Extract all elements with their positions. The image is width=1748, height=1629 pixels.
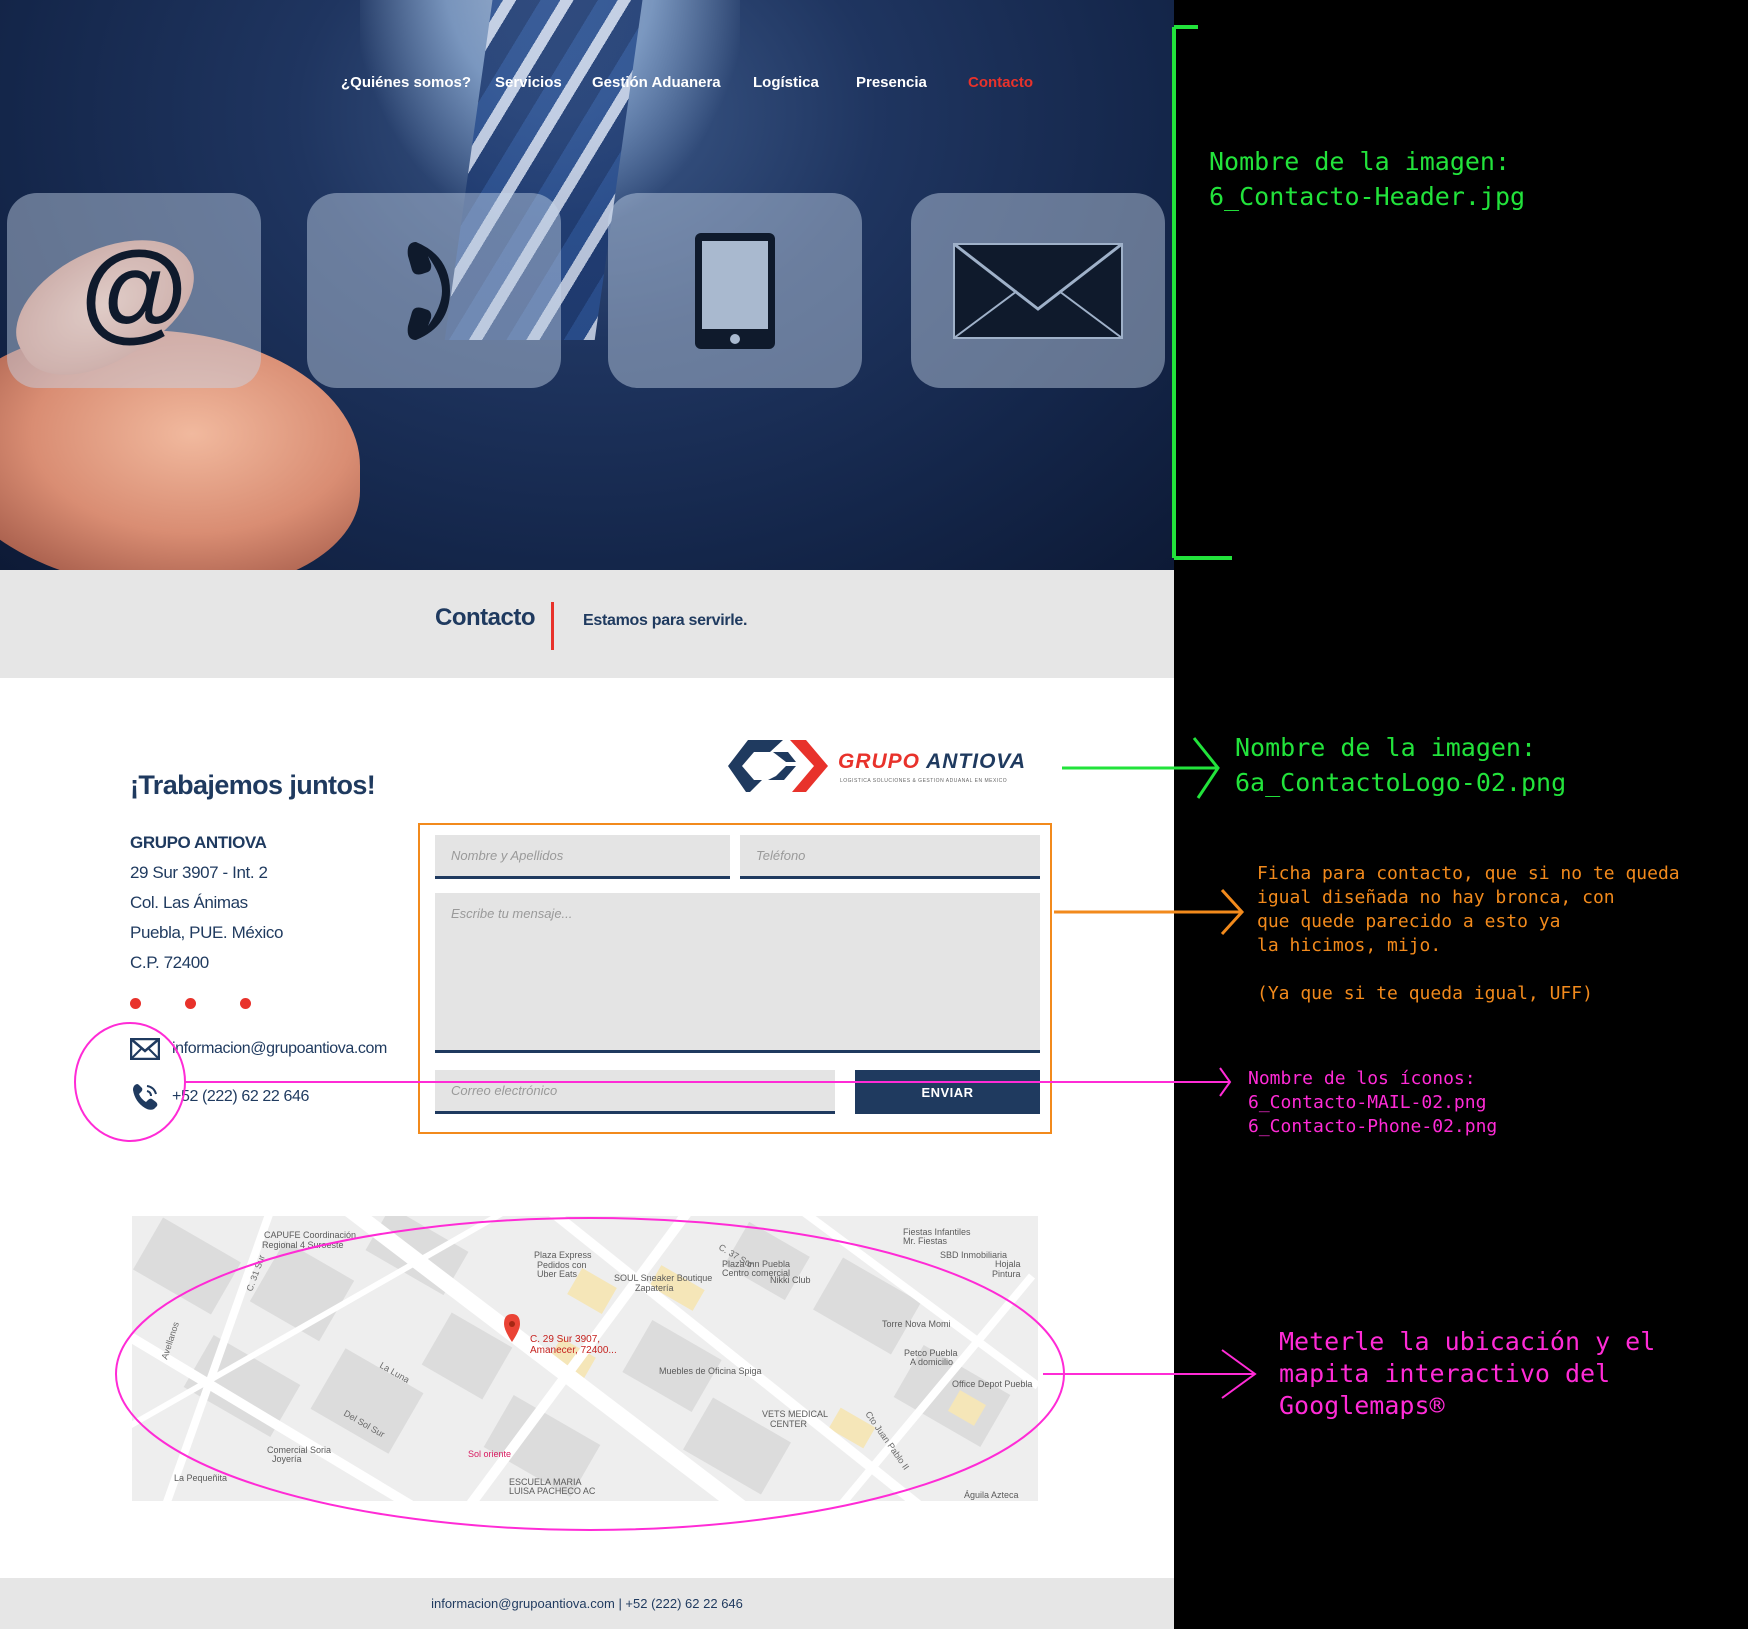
dot xyxy=(130,998,141,1009)
phone-icon xyxy=(133,1084,158,1110)
annotation-icons-note: Nombre de los íconos: 6_Contacto-MAIL-02… xyxy=(1248,1068,1498,1137)
address-city: Puebla, PUE. México xyxy=(130,923,284,942)
map-place-label[interactable]: Regional 4 Suroeste xyxy=(262,1240,344,1250)
phone-input[interactable]: Teléfono xyxy=(740,835,1040,879)
email-input[interactable]: Correo electrónico xyxy=(435,1070,835,1114)
logo-tagline: LOGISTICA SOLUCIONES & GESTION ADUANAL E… xyxy=(840,778,1008,784)
contact-heading: ¡Trabajemos juntos! xyxy=(130,770,376,800)
map-place-label[interactable]: La Pequeñita xyxy=(174,1473,227,1483)
main-nav: ¿Quiénes somos? Servicios Gestión Aduane… xyxy=(0,74,1174,94)
at-sign-icon: @ xyxy=(80,228,188,352)
annotation-header-image: Nombre de la imagen: 6_Contacto-Header.j… xyxy=(1209,147,1526,211)
contact-form: Nombre y Apellidos Teléfono Escribe tu m… xyxy=(418,823,1052,1134)
map-place-label[interactable]: Muebles de Oficina Spiga xyxy=(659,1366,762,1376)
phone-link[interactable]: +52 (222) 62 22 646 xyxy=(172,1088,309,1106)
annotation-form-note: Ficha para contacto, que si no te queda … xyxy=(1257,863,1680,1004)
nav-item-servicios[interactable]: Servicios xyxy=(495,74,562,91)
name-input[interactable]: Nombre y Apellidos xyxy=(435,835,730,879)
nav-item-contacto[interactable]: Contacto xyxy=(968,74,1033,91)
map-pin-label: C. 29 Sur 3907, xyxy=(530,1334,600,1345)
map-place-label[interactable]: Sol oriente xyxy=(468,1449,511,1459)
email-link[interactable]: informacion@grupoantiova.com xyxy=(172,1040,387,1058)
message-textarea[interactable]: Escribe tu mensaje... xyxy=(435,893,1040,1053)
dot xyxy=(240,998,251,1009)
map-place-label[interactable]: Zapatería xyxy=(635,1283,674,1293)
nav-item-gestion-aduanera[interactable]: Gestión Aduanera xyxy=(592,74,721,91)
logo-word-grupo: GRUPO xyxy=(838,750,921,773)
map-place-label[interactable]: Office Depot Puebla xyxy=(952,1379,1032,1389)
nav-item-presencia[interactable]: Presencia xyxy=(856,74,927,91)
logo-word-antiova: ANTIOVA xyxy=(926,750,1027,773)
map-place-label[interactable]: Torre Nova Momi xyxy=(882,1319,951,1329)
map-place-label[interactable]: SOUL Sneaker Boutique xyxy=(614,1273,712,1283)
map-place-label[interactable]: VETS MEDICAL xyxy=(762,1409,828,1419)
map-pin-label: Amanecer, 72400... xyxy=(530,1345,617,1356)
map-place-label[interactable]: Águila Azteca xyxy=(964,1490,1019,1500)
map-place-label[interactable]: Mr. Fiestas xyxy=(903,1236,948,1246)
section-subtitle: Estamos para servirle. xyxy=(583,612,748,629)
nav-item-quienes-somos[interactable]: ¿Quiénes somos? xyxy=(341,74,471,91)
envelope-icon xyxy=(953,242,1123,339)
phone-line: +52 (222) 62 22 646 xyxy=(130,1082,309,1112)
nav-item-logistica[interactable]: Logística xyxy=(753,74,819,91)
map-place-label[interactable]: Pintura xyxy=(992,1269,1021,1279)
address-street: 29 Sur 3907 - Int. 2 xyxy=(130,863,268,882)
address-company: GRUPO ANTIOVA xyxy=(130,833,267,852)
map-place-label[interactable]: A domicilio xyxy=(910,1357,953,1367)
envelope-tile xyxy=(911,193,1165,388)
google-map[interactable]: C. 29 Sur 3907, Amanecer, 72400... CAPUF… xyxy=(132,1216,1038,1501)
map-place-label[interactable]: Uber Eats xyxy=(537,1269,578,1279)
dot xyxy=(185,998,196,1009)
map-place-label[interactable]: CENTER xyxy=(770,1419,808,1429)
annotation-logo-image: Nombre de la imagen: 6a_ContactoLogo-02.… xyxy=(1235,733,1567,797)
map-canvas[interactable]: C. 29 Sur 3907, Amanecer, 72400... CAPUF… xyxy=(132,1216,1038,1501)
header-bracket xyxy=(1172,25,1232,560)
antiova-logo-mark-icon xyxy=(728,740,828,792)
map-place-label[interactable]: CAPUFE Coordinación xyxy=(264,1230,356,1240)
map-place-label[interactable]: Hojala xyxy=(995,1259,1021,1269)
address-block: GRUPO ANTIOVA 29 Sur 3907 - Int. 2 Col. … xyxy=(130,828,370,978)
map-place-label[interactable]: Nikki Club xyxy=(770,1275,811,1285)
title-divider xyxy=(551,602,554,650)
footer: informacion@grupoantiova.com | +52 (222)… xyxy=(0,1578,1174,1629)
company-logo: GRUPO ANTIOVA LOGISTICA SOLUCIONES & GES… xyxy=(728,736,1038,796)
hero-header-image: ¿Quiénes somos? Servicios Gestión Aduane… xyxy=(0,0,1174,570)
telephone-tile xyxy=(307,193,561,388)
logo-wordmark: GRUPO ANTIOVA xyxy=(838,750,1026,774)
address-postal-code: C.P. 72400 xyxy=(130,953,209,972)
footer-contact-text: informacion@grupoantiova.com | +52 (222)… xyxy=(431,1596,743,1611)
section-title-bar: Contacto Estamos para servirle. xyxy=(0,570,1174,678)
map-place-label[interactable]: Plaza Express xyxy=(534,1250,592,1260)
annotation-map-note: Meterle la ubicación y el mapita interac… xyxy=(1279,1327,1656,1420)
mobile-tile xyxy=(608,193,862,388)
mobile-phone-icon xyxy=(695,232,775,349)
map-place-label[interactable]: Joyería xyxy=(272,1454,302,1464)
at-sign-tile: @ xyxy=(7,193,261,388)
address-colony: Col. Las Ánimas xyxy=(130,893,248,912)
map-street-label: Avellanos xyxy=(159,1320,181,1361)
email-line: informacion@grupoantiova.com xyxy=(130,1034,387,1064)
telephone-handset-icon xyxy=(407,241,450,340)
website-mockup: ¿Quiénes somos? Servicios Gestión Aduane… xyxy=(0,0,1174,1629)
section-title: Contacto xyxy=(435,604,536,631)
mail-icon xyxy=(130,1038,160,1060)
map-place-label[interactable]: LUISA PACHECO AC xyxy=(509,1486,596,1496)
submit-button[interactable]: ENVIAR xyxy=(855,1070,1040,1114)
